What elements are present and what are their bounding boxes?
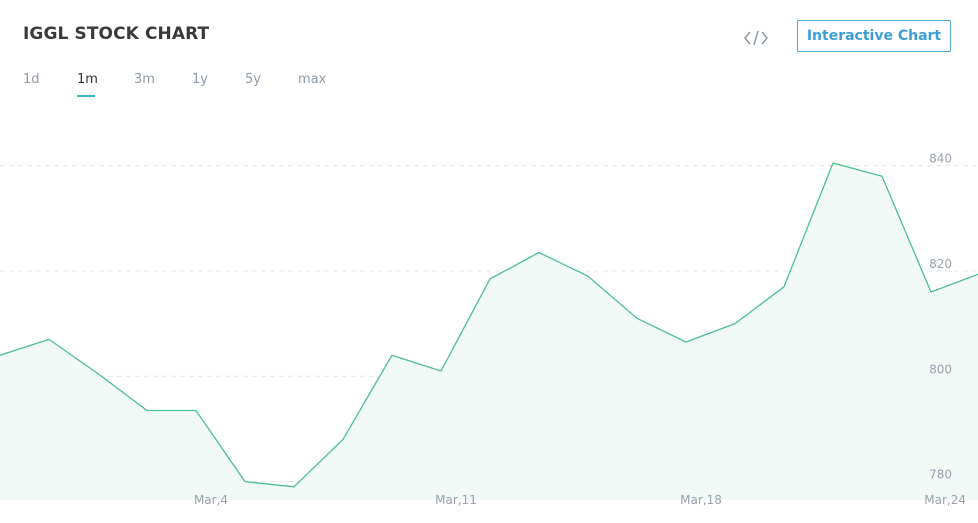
code-embed-icon (744, 30, 768, 46)
y-tick-label: 780 (929, 468, 952, 482)
x-tick-label: Mar,11 (435, 493, 477, 507)
y-tick-label: 820 (929, 257, 952, 271)
x-tick-label: Mar,18 (680, 493, 722, 507)
price-area-fill (0, 163, 978, 500)
tab-5y[interactable]: 5y (245, 72, 261, 87)
y-tick-label: 840 (929, 152, 952, 166)
stock-chart-widget: 780 800 820 840 Mar,4 Mar,11 Mar,18 Mar,24 IGG… (0, 0, 978, 523)
active-tab-indicator (77, 95, 95, 97)
tab-1d[interactable]: 1d (23, 72, 40, 87)
y-tick-label: 800 (929, 362, 952, 376)
tab-1m[interactable]: 1m (77, 72, 98, 87)
chart-area-layer (0, 162, 978, 500)
chart-title: IGGL STOCK CHART (23, 24, 210, 44)
tab-3m[interactable]: 3m (134, 72, 155, 87)
interactive-chart-button[interactable]: Interactive Chart (797, 20, 951, 52)
tab-max[interactable]: max (298, 72, 326, 87)
tab-1y[interactable]: 1y (192, 72, 208, 87)
x-tick-label: Mar,4 (194, 493, 228, 507)
embed-code-button[interactable] (740, 26, 772, 50)
x-tick-label: Mar,24 (924, 493, 966, 507)
